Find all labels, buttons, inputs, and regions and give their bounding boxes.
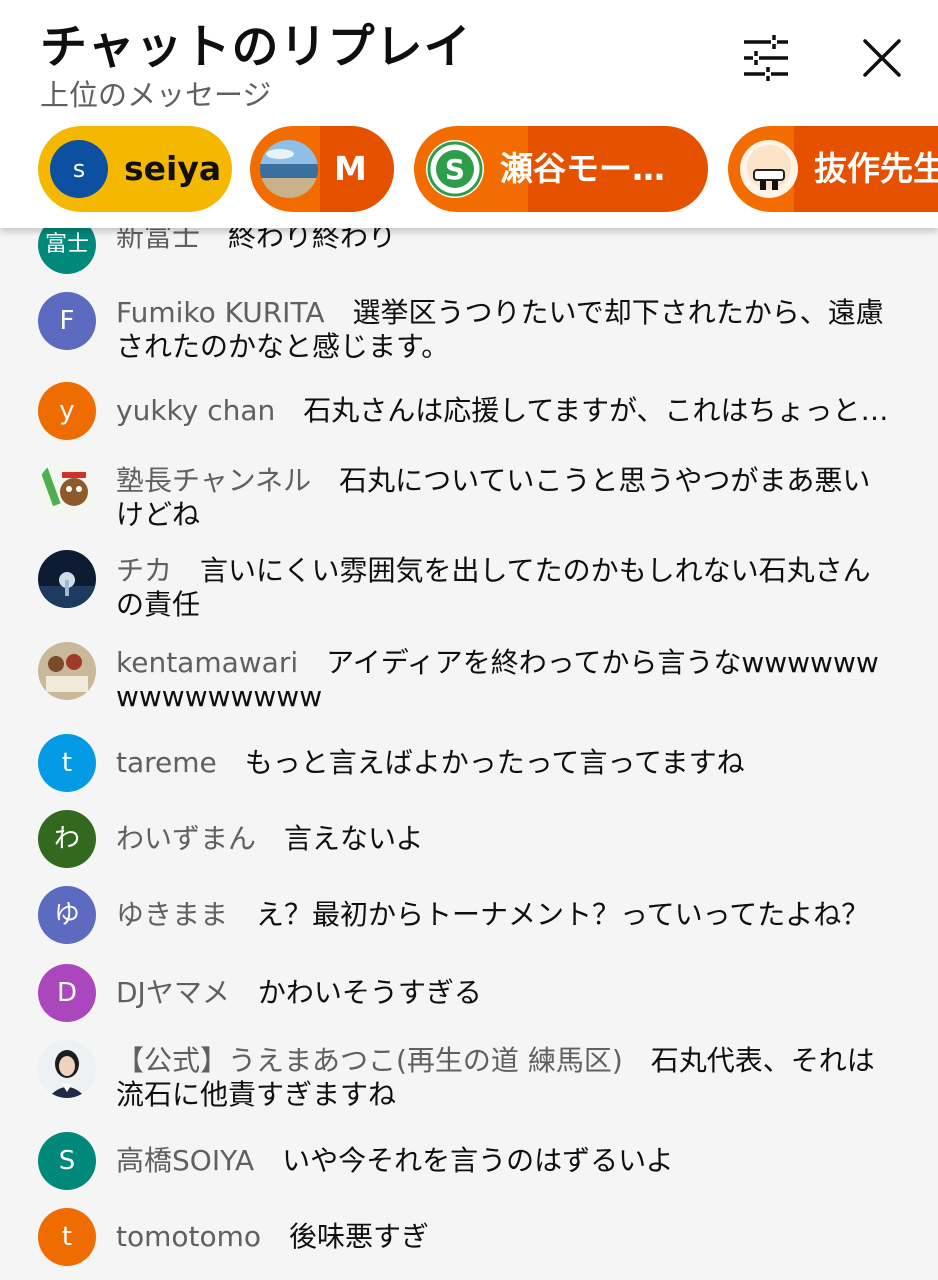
message-author: yukky chan — [116, 394, 276, 427]
chip-label: M — [334, 149, 367, 188]
message-author: 塾長チャンネル — [116, 464, 312, 497]
message-author: チカ — [116, 554, 173, 587]
message-text: 後味悪すぎ — [289, 1220, 430, 1253]
message-author: Fumiko KURITA — [116, 296, 325, 329]
night-photo-avatar — [38, 550, 96, 608]
top-chatters-chip-row: s seiya M S 瀬谷モー… 抜作先生 — [38, 126, 938, 212]
chat-mode-selector[interactable]: 上位のメッセージ — [40, 72, 271, 114]
message-author: kentamawari — [116, 646, 299, 679]
avatar: ゆ — [38, 886, 96, 944]
message-author: tomotomo — [116, 1220, 262, 1253]
svg-text:S: S — [445, 153, 465, 186]
message-text: 石丸さんは応援してますが、これはちょっと… — [303, 394, 889, 427]
message-author: DJヤマメ — [116, 976, 230, 1009]
chip-seya[interactable]: S 瀬谷モー… — [414, 126, 708, 212]
message-text: かわいそうすぎる — [257, 976, 482, 1009]
message-text: 言いにくい雰囲気を出してたのかもしれない石丸さんの責任 — [116, 554, 871, 621]
avatar: t — [38, 1208, 96, 1266]
message-author: 高橋SOIYA — [116, 1144, 255, 1177]
chat-replay-header: チャットのリプレイ 上位のメッセージ s seiya M S 瀬谷モー… 抜作先… — [0, 0, 938, 228]
sliders-icon[interactable] — [740, 32, 792, 84]
message-text: 言えないよ — [284, 822, 424, 855]
avatar: s — [50, 140, 108, 198]
chip-label: 抜作先生 — [814, 149, 938, 188]
avatar: S — [38, 1132, 96, 1190]
chip-m[interactable]: M — [250, 126, 394, 212]
chip-label: seiya — [124, 149, 222, 188]
group-photo-avatar — [38, 642, 96, 700]
chip-seiya[interactable]: s seiya — [38, 126, 232, 212]
avatar: F — [38, 292, 96, 350]
portrait-avatar — [38, 1040, 96, 1098]
close-icon[interactable] — [856, 32, 908, 84]
message-author: ゆきまま — [116, 898, 229, 931]
avatar: わ — [38, 810, 96, 868]
avatar: D — [38, 964, 96, 1022]
character-avatar — [38, 460, 96, 518]
green-s-logo-avatar: S — [426, 140, 484, 198]
message-text: いや今それを言うのはずるいよ — [282, 1144, 674, 1177]
message-text: え？最初からトーナメント？っていってたよね？ — [256, 898, 870, 931]
avatar: y — [38, 382, 96, 440]
message-author: 【公式】うえまあつこ(再生の道 練馬区) — [116, 1044, 623, 1077]
message-text: もっと言えばよかったって言ってますね — [244, 746, 745, 779]
avatar: t — [38, 734, 96, 792]
page-title: チャットのリプレイ — [40, 20, 472, 75]
chip-bassaku[interactable]: 抜作先生 — [728, 126, 938, 212]
message-author: tareme — [116, 746, 217, 779]
cartoon-face-avatar — [740, 140, 798, 198]
chip-label: 瀬谷モー… — [500, 149, 665, 188]
message-author: わいずまん — [116, 822, 257, 855]
beach-photo-avatar — [260, 140, 318, 198]
